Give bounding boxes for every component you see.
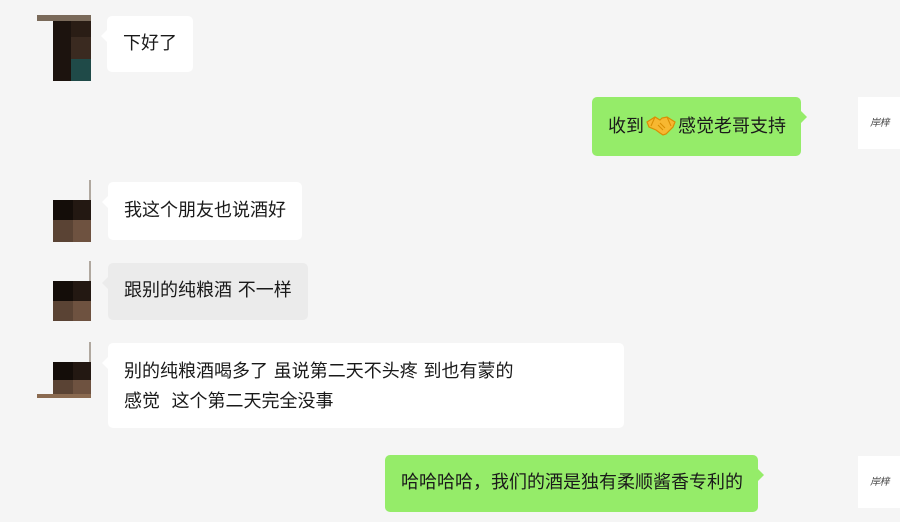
contact-avatar[interactable]	[37, 342, 91, 398]
self-avatar-logo-text: 岸梓	[870, 118, 890, 129]
message-text: 收到	[608, 116, 644, 137]
message-bubble[interactable]: 下好了	[101, 16, 193, 72]
message-bubble[interactable]: 跟别的纯粮酒 不一样	[102, 263, 308, 320]
message-bubble[interactable]: 我这个朋友也说酒好	[102, 182, 302, 240]
self-avatar-logo-text: 岸梓	[870, 477, 890, 488]
message-bubble[interactable]: 收到 感觉老哥支持	[592, 97, 807, 156]
contact-avatar[interactable]	[37, 15, 91, 81]
message-bubble[interactable]: 别的纯粮酒喝多了 虽说第二天不头疼 到也有蒙的 感觉 这个第二天完全没事	[102, 343, 624, 428]
message-text-line: 别的纯粮酒喝多了 虽说第二天不头疼 到也有蒙的	[124, 361, 514, 382]
message-text: 下好了	[123, 33, 177, 54]
contact-avatar[interactable]	[53, 261, 91, 321]
self-avatar[interactable]: 岸梓	[858, 97, 900, 149]
self-avatar[interactable]: 岸梓	[858, 456, 900, 508]
message-text: 哈哈哈哈，我们的酒是独有柔顺酱香专利的	[401, 472, 743, 493]
message-text: 跟别的纯粮酒 不一样	[124, 280, 292, 301]
message-bubble[interactable]: 哈哈哈哈，我们的酒是独有柔顺酱香专利的	[385, 455, 764, 512]
message-text: 我这个朋友也说酒好	[124, 200, 286, 221]
message-text-line: 感觉 这个第二天完全没事	[124, 391, 334, 412]
message-text: 感觉老哥支持	[678, 116, 786, 137]
contact-avatar[interactable]	[53, 180, 91, 242]
handshake-icon	[646, 113, 676, 137]
